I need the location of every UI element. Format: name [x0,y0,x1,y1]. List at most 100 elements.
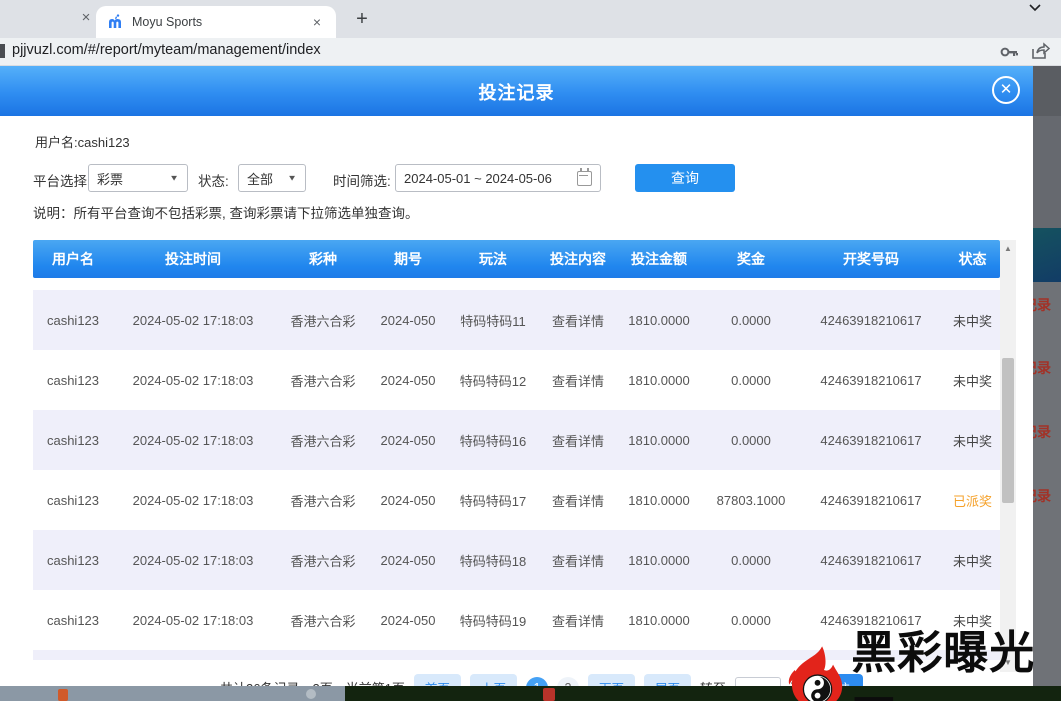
address-url[interactable]: pjjvuzl.com/#/report/myteam/management/i… [12,42,321,58]
cell-prize: 87803.1000 [705,470,797,530]
cell-bet-time: 2024-05-02 17:18:03 [113,350,273,410]
table-row: cashi1232024-05-02 17:18:03香港六合彩2024-050… [33,290,1000,350]
modal-header: 投注记录 ✕ [0,66,1033,116]
platform-select-value: 彩票 [97,169,123,188]
background-blue-block [1033,228,1061,282]
table-row: cashi1232024-05-02 17:18:03香港六合彩2024-050… [33,350,1000,410]
cell-bet-content[interactable]: 查看详情 [543,290,613,350]
previous-tab-close-icon[interactable]: × [76,8,96,28]
screen: × Moyu Sports × + pjjvuzl.com/#/report/m… [0,0,1061,701]
bet-records-modal: 投注记录 ✕ 用户名:cashi123 平台选择: 彩票 ▼ 状态: 全部 ▼ … [0,66,1033,686]
cell-issue-number: 2024-050 [373,530,443,590]
cell-draw-number: 42463918210617 [797,470,945,530]
chevron-down-icon[interactable] [1024,0,1046,16]
cell-bet-content[interactable]: 查看详情 [543,350,613,410]
background-record-link-fragment: 记录 [1033,295,1061,315]
cell-bet-content[interactable]: 查看详情 [543,530,613,590]
query-button[interactable]: 查询 [635,164,735,192]
cell-bet-amount: 1810.0000 [613,350,705,410]
goto-label: 转至 [700,678,726,686]
prev-page-button[interactable]: 上页 [470,674,517,686]
cell-prize: 0.0000 [705,530,797,590]
cell-issue-number: 2024-050 [373,350,443,410]
cell-username: cashi123 [33,350,113,410]
cell-bet-amount: 1810.0000 [613,590,705,650]
cell-play-type: 特码特码16 [443,410,543,470]
background-red-fragment [543,688,555,701]
cell-bet-time: 2024-05-02 17:18:03 [113,410,273,470]
last-page-button[interactable]: 尾页 [644,674,691,686]
dimmed-background-right: 记录记录记录记录 [1033,66,1061,701]
cell-username: cashi123 [33,590,113,650]
scrollbar-thumb[interactable] [1002,358,1014,503]
cell-play-type: 特码特码19 [443,590,543,650]
table-top-gap [33,278,1000,290]
goto-page-input[interactable] [735,677,781,687]
time-filter-label: 时间筛选: [333,170,391,190]
username-label: 用户名:cashi123 [35,132,130,151]
cell-draw-number: 42463918210617 [797,530,945,590]
cell-username: cashi123 [33,290,113,350]
pagination: 共计26条记录，2页，当前第1页 首页 上页 1 2 下页 尾页 转至 页 前往 [220,674,863,686]
bet-table: 用户名投注时间彩种期号玩法投注内容投注金额奖金开奖号码状态 cashi12320… [33,240,1000,672]
tab-title: Moyu Sports [132,15,308,29]
cell-draw-number: 42463918210617 [797,290,945,350]
cell-bet-time: 2024-05-02 17:18:03 [113,290,273,350]
cell-status: 未中奖 [945,410,1000,470]
cell-bet-content[interactable]: 查看详情 [543,590,613,650]
platform-select-label: 平台选择: [33,170,91,190]
cell-lottery-type: 香港六合彩 [273,470,373,530]
scrollbar-up-arrow-icon[interactable]: ▲ [1000,242,1016,256]
flame-eye-logo-icon [782,641,851,701]
column-header-bet-amount: 投注金额 [613,240,705,278]
browser-tab-active[interactable]: Moyu Sports × [96,6,336,38]
calendar-icon [577,171,592,186]
status-select[interactable]: 全部 ▼ [238,164,306,192]
status-select-value: 全部 [247,169,273,188]
first-page-button[interactable]: 首页 [414,674,461,686]
status-select-label: 状态: [198,170,229,190]
cell-bet-time: 2024-05-02 17:18:03 [113,590,273,650]
cell-issue-number: 2024-050 [373,470,443,530]
cell-username: cashi123 [33,530,113,590]
cell-bet-content[interactable]: 查看详情 [543,410,613,470]
table-scrollbar[interactable]: ▲ ▼ [1000,240,1016,672]
date-range-value: 2024-05-01 ~ 2024-05-06 [404,171,552,186]
cell-draw-number: 42463918210617 [797,410,945,470]
cell-status: 未中奖 [945,350,1000,410]
background-dot [306,689,316,699]
cell-issue-number: 2024-050 [373,410,443,470]
share-icon[interactable] [1030,41,1050,61]
page-1-button[interactable]: 1 [526,677,548,687]
table-row: cashi1232024-05-02 17:18:03香港六合彩2024-050… [33,470,1000,530]
column-header-draw-number: 开奖号码 [797,240,945,278]
page-2-button[interactable]: 2 [557,677,579,687]
browser-tabstrip: × Moyu Sports × + [0,0,1061,38]
cell-bet-time: 2024-05-02 17:18:03 [113,470,273,530]
background-band [1033,116,1061,228]
background-record-link-fragment: 记录 [1033,486,1061,506]
tab-close-icon[interactable]: × [308,13,326,31]
date-range-input[interactable]: 2024-05-01 ~ 2024-05-06 [395,164,601,192]
next-page-button[interactable]: 下页 [588,674,635,686]
password-key-icon[interactable] [999,43,1019,61]
cell-bet-amount: 1810.0000 [613,290,705,350]
column-header-issue-number: 期号 [373,240,443,278]
cell-username: cashi123 [33,410,113,470]
new-tab-button[interactable]: + [350,8,374,32]
cell-bet-time: 2024-05-02 17:18:03 [113,530,273,590]
cell-lottery-type: 香港六合彩 [273,410,373,470]
cell-username: cashi123 [33,470,113,530]
cell-play-type: 特码特码11 [443,290,543,350]
background-logo-fragment [58,689,68,701]
filter-row: 平台选择: 彩票 ▼ 状态: 全部 ▼ 时间筛选: 2024-05-01 ~ 2… [33,164,993,192]
watermark-text: 黑彩曝光网 [851,616,1061,701]
cell-status: 未中奖 [945,290,1000,350]
platform-select[interactable]: 彩票 ▼ [88,164,188,192]
modal-close-button[interactable]: ✕ [992,76,1020,104]
cell-play-type: 特码特码17 [443,470,543,530]
cell-bet-content[interactable]: 查看详情 [543,470,613,530]
table-row: cashi1232024-05-02 17:18:03香港六合彩2024-050… [33,530,1000,590]
modal-title: 投注记录 [0,79,1033,105]
column-header-play-type: 玩法 [443,240,543,278]
